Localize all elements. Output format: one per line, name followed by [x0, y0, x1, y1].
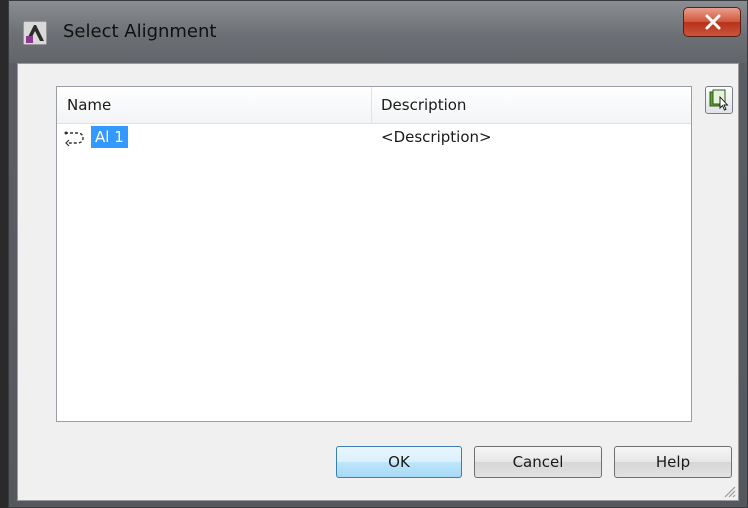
alignment-icon: [64, 131, 84, 147]
dialog-body: Name Description Al 1 <Description> OK C…: [17, 63, 739, 501]
column-header-description[interactable]: Description: [381, 87, 466, 123]
column-divider[interactable]: [371, 87, 372, 123]
list-item[interactable]: Al 1 <Description>: [57, 125, 691, 149]
close-button[interactable]: [683, 7, 741, 37]
list-item-description[interactable]: <Description>: [381, 126, 492, 148]
title-bar[interactable]: Select Alignment: [9, 1, 747, 63]
alignment-list[interactable]: Name Description Al 1 <Description>: [56, 86, 692, 422]
pick-from-drawing-icon: [709, 89, 729, 111]
list-item-name[interactable]: Al 1: [91, 126, 128, 148]
resize-grip-icon[interactable]: [722, 484, 736, 498]
select-alignment-dialog: Select Alignment Name Description Al 1 <…: [8, 0, 748, 508]
pick-from-drawing-button[interactable]: [705, 86, 733, 114]
list-header: Name Description: [57, 87, 691, 124]
column-header-name[interactable]: Name: [67, 87, 111, 123]
help-button[interactable]: Help: [614, 446, 732, 478]
ok-button[interactable]: OK: [336, 446, 462, 478]
window-title: Select Alignment: [63, 21, 217, 42]
cancel-button[interactable]: Cancel: [474, 446, 602, 478]
close-icon: [705, 14, 721, 30]
app-icon: [23, 21, 47, 45]
